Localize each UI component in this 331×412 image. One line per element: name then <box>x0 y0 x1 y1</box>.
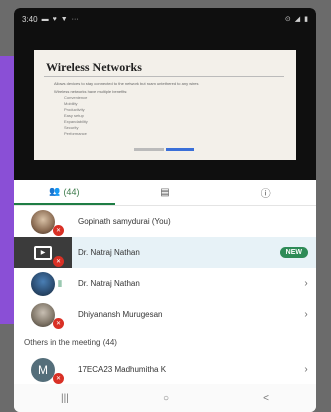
new-badge: NEW <box>279 247 308 258</box>
people-icon: 👥 <box>49 186 61 196</box>
status-time: 3:40 <box>22 14 38 24</box>
avatar <box>31 209 55 234</box>
participant-row[interactable]: ✕ Dhiyanansh Murugesan › <box>14 299 316 330</box>
slide-sub-bullet: Easy setup <box>64 113 84 118</box>
mic-off-icon: ✕ <box>53 256 64 267</box>
wifi-icon: ⊙ <box>284 16 291 23</box>
info-icon: ⓘ <box>260 189 271 200</box>
signal-icon: ◢ <box>294 16 301 23</box>
participant-name: Dr. Natraj Nathan <box>78 248 140 257</box>
slide-divider <box>44 76 284 77</box>
shield-icon: ▼ <box>60 15 68 23</box>
participant-row[interactable]: M ✕ 17ECA23 Madhumitha K › <box>14 354 316 385</box>
slide-progress-bar <box>166 148 194 151</box>
present-screen-icon: ▶ <box>34 245 52 260</box>
chat-icon: ▬ <box>41 15 49 23</box>
participant-row[interactable]: ▶ ✕ Dr. Natraj Nathan NEW <box>14 237 316 268</box>
participant-name: 17ECA23 Madhumitha K <box>78 365 167 374</box>
mic-off-icon: ✕ <box>53 373 64 384</box>
slide-progress-track <box>134 148 164 151</box>
slide-sub-bullet: Convenience <box>64 95 88 100</box>
chevron-right-icon[interactable]: › <box>296 364 316 375</box>
phone-screen: 3:40 ▬ ♥ ▼ ··· ⊙ ◢ ▮ Wireless Networks A… <box>14 8 316 412</box>
participant-name: Gopinath samydurai (You) <box>78 217 171 226</box>
slide-bullet: Wireless networks have multiple benefits… <box>54 89 128 94</box>
slide-sub-bullet: Expandability <box>64 119 88 124</box>
battery-icon: ▮ <box>304 16 308 23</box>
chat-icon: ▤ <box>160 187 170 198</box>
tab-info[interactable]: ⓘ <box>215 180 316 205</box>
mic-off-icon: ✕ <box>53 225 64 236</box>
android-nav-bar: ||| ○ < <box>14 384 316 412</box>
others-section-header: Others in the meeting (44) <box>14 330 316 354</box>
slide-title: Wireless Networks <box>46 60 142 74</box>
slide-sub-bullet: Performance <box>64 131 87 136</box>
slide-sub-bullet: Security <box>64 125 79 130</box>
people-count: (44) <box>63 186 80 197</box>
participants-list: ✕ Gopinath samydurai (You) ▶ ✕ Dr. Natra… <box>14 206 316 385</box>
avatar: M <box>31 357 55 382</box>
slide-bullet: Allows devices to stay connected to the … <box>54 81 199 86</box>
more-icon: ··· <box>71 15 79 23</box>
tab-chat[interactable]: ▤ <box>115 180 216 205</box>
shared-slide[interactable]: Wireless Networks Allows devices to stay… <box>34 50 296 160</box>
participant-name: Dr. Natraj Nathan <box>78 279 140 288</box>
phone-icon: ♥ <box>52 15 57 23</box>
avatar <box>31 271 55 296</box>
status-bar: 3:40 ▬ ♥ ▼ ··· ⊙ ◢ ▮ <box>14 8 316 30</box>
section-label: Others in the meeting (44) <box>24 337 117 347</box>
tab-people[interactable]: 👥 (44) <box>14 180 115 205</box>
chevron-right-icon[interactable]: › <box>296 278 316 289</box>
speaking-icon: ⦀ <box>58 279 62 289</box>
meeting-tabs: 👥 (44) ▤ ⓘ <box>14 180 316 206</box>
participant-row[interactable]: ⦀ Dr. Natraj Nathan › <box>14 268 316 299</box>
avatar <box>31 302 55 327</box>
slide-sub-bullet: Productivity <box>64 107 85 112</box>
back-button[interactable]: < <box>263 393 269 404</box>
participant-name: Dhiyanansh Murugesan <box>78 310 163 319</box>
participant-row[interactable]: ✕ Gopinath samydurai (You) <box>14 206 316 237</box>
slide-sub-bullet: Mobility <box>64 101 78 106</box>
chevron-right-icon[interactable]: › <box>296 309 316 320</box>
recents-button[interactable]: ||| <box>61 393 69 404</box>
mic-off-icon: ✕ <box>53 318 64 329</box>
home-button[interactable]: ○ <box>163 393 169 404</box>
